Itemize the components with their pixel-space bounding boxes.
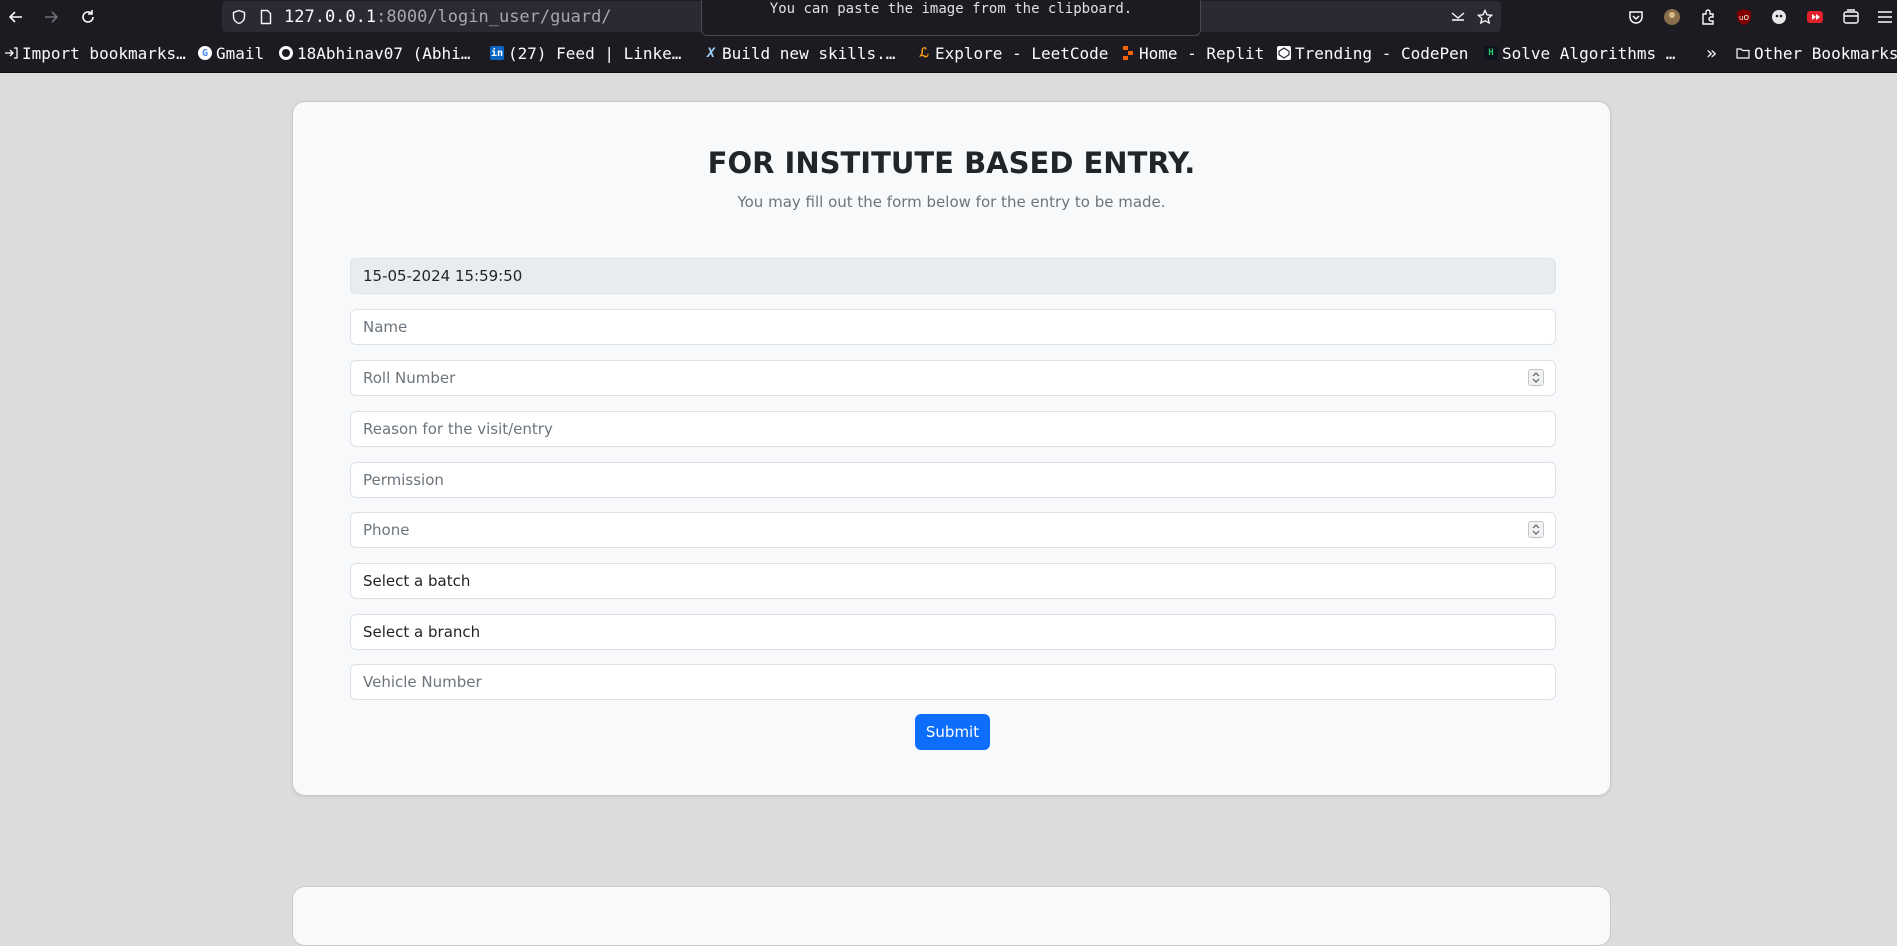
bookmark-import[interactable]: Import bookmarks… xyxy=(4,43,192,63)
page-icon xyxy=(260,9,272,25)
google-icon: G xyxy=(198,46,212,60)
entry-form-card: FOR INSTITUTE BASED ENTRY. You may fill … xyxy=(292,101,1611,796)
import-icon xyxy=(4,46,18,60)
bookmark-other-folder[interactable]: Other Bookmarks xyxy=(1736,43,1897,63)
ghost-extension-icon[interactable] xyxy=(1770,8,1788,26)
replit-icon xyxy=(1121,46,1135,60)
linkedin-icon: in xyxy=(490,46,504,60)
container-icon[interactable] xyxy=(1842,8,1860,26)
spinner-arrows-icon xyxy=(1532,372,1540,383)
vehicle-number-input[interactable] xyxy=(350,664,1556,700)
batch-select-value: Select a batch xyxy=(363,572,471,590)
reload-button[interactable] xyxy=(76,5,100,29)
folder-icon xyxy=(1736,46,1750,60)
roll-number-input[interactable] xyxy=(350,360,1556,396)
spinner-arrows-icon xyxy=(1532,524,1540,535)
back-button[interactable] xyxy=(4,5,28,29)
bookmark-gmail[interactable]: G Gmail xyxy=(198,43,270,63)
reason-input[interactable] xyxy=(350,411,1556,447)
roll-number-wrapper xyxy=(293,360,1610,396)
bookmarks-bar: Import bookmarks… G Gmail 18Abhinav07 (A… xyxy=(0,34,1897,73)
browser-toolbar: 127.0.0.1:8000/login_user/guard/ You can… xyxy=(0,0,1897,36)
shield-icon xyxy=(232,9,246,25)
pocket-icon[interactable] xyxy=(1627,8,1645,26)
reload-icon xyxy=(82,10,94,23)
page-title: FOR INSTITUTE BASED ENTRY. xyxy=(707,146,1196,180)
forward-button[interactable] xyxy=(39,5,63,29)
x-icon: X xyxy=(707,45,715,61)
bookmarks-overflow-button[interactable]: » xyxy=(1706,43,1724,63)
page-subtitle: You may fill out the form below for the … xyxy=(737,193,1166,211)
bookmark-leetcode[interactable]: ℒ Explore - LeetCode xyxy=(917,43,1110,63)
url-text: 127.0.0.1:8000/login_user/guard/ xyxy=(284,7,612,27)
branch-select[interactable]: Select a branch xyxy=(350,614,1556,650)
bookmark-replit[interactable]: Home - Replit xyxy=(1121,43,1267,63)
bookmark-hackerrank[interactable]: H Solve Algorithms … xyxy=(1484,43,1676,63)
codepen-icon xyxy=(1277,46,1291,60)
hackerrank-icon: H xyxy=(1484,46,1498,60)
phone-input[interactable] xyxy=(350,512,1556,548)
reader-view-icon[interactable] xyxy=(1450,9,1466,25)
chevron-double-right-icon: » xyxy=(1706,43,1717,63)
submit-button[interactable]: Submit xyxy=(915,714,990,750)
arrow-left-icon xyxy=(8,11,22,23)
menu-icon[interactable] xyxy=(1877,8,1893,26)
bookmark-linkedin[interactable]: in (27) Feed | Linke… xyxy=(490,43,686,63)
datetime-field xyxy=(350,258,1556,294)
phone-wrapper xyxy=(293,512,1610,548)
media-extension-icon[interactable] xyxy=(1806,8,1824,26)
github-icon xyxy=(279,46,293,60)
svg-text:uO: uO xyxy=(1739,14,1749,22)
ublock-origin-icon[interactable]: uO xyxy=(1735,8,1753,26)
leetcode-icon: ℒ xyxy=(919,45,929,61)
roll-number-spinner[interactable] xyxy=(1528,369,1544,386)
bookmark-star-icon[interactable] xyxy=(1477,9,1493,25)
arrow-right-icon xyxy=(45,11,59,23)
bookmark-build-skills[interactable]: X Build new skills.… xyxy=(704,43,900,63)
phone-spinner[interactable] xyxy=(1528,521,1544,538)
name-input[interactable] xyxy=(350,309,1556,345)
bookmark-github[interactable]: 18Abhinav07 (Abhi… xyxy=(279,43,474,63)
extensions-icon[interactable] xyxy=(1699,8,1717,26)
batch-select[interactable]: Select a batch xyxy=(350,563,1556,599)
branch-select-value: Select a branch xyxy=(363,623,481,641)
profile-avatar-icon[interactable] xyxy=(1663,8,1681,26)
bookmark-codepen[interactable]: Trending - CodePen xyxy=(1277,43,1471,63)
second-card xyxy=(292,886,1611,946)
clipboard-tooltip: You can paste the image from the clipboa… xyxy=(701,0,1201,36)
permission-input[interactable] xyxy=(350,462,1556,498)
